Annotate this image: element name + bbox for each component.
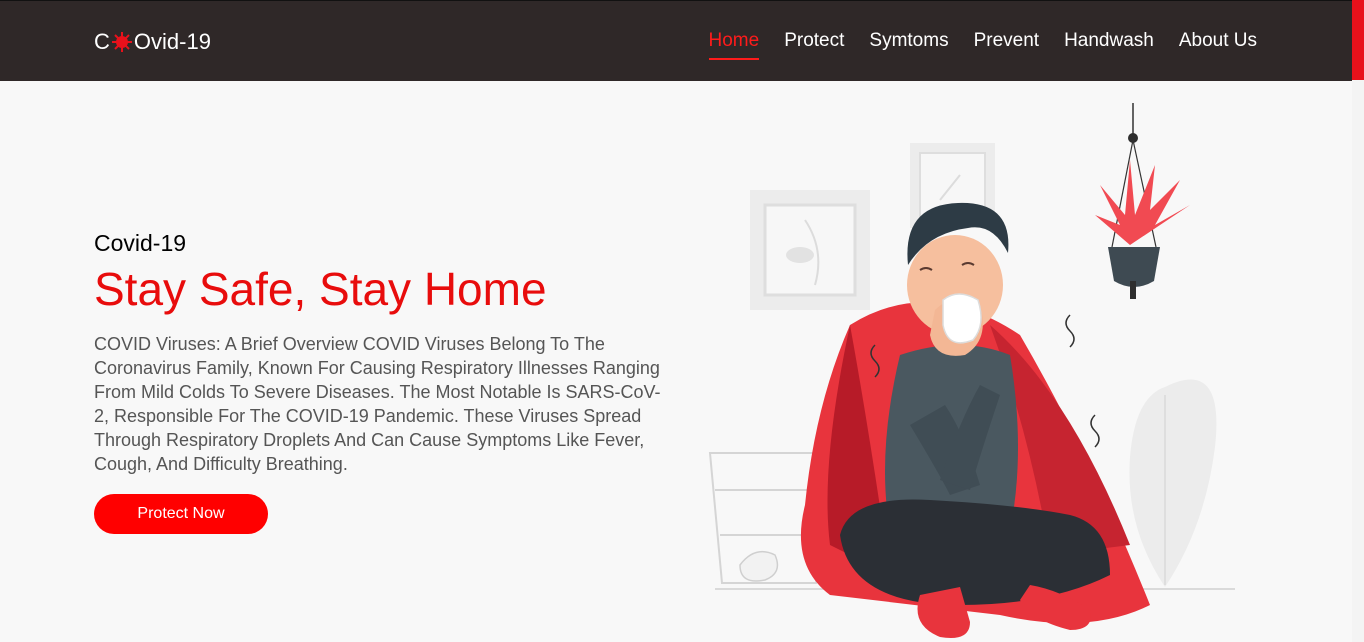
virus-icon xyxy=(111,32,132,52)
nav-link-home[interactable]: Home xyxy=(708,30,759,60)
main-nav: Home Protect Symtoms Prevent Handwash Ab… xyxy=(708,30,1257,60)
nav-link-symptoms[interactable]: Symtoms xyxy=(869,30,948,60)
protect-now-button[interactable]: Protect Now xyxy=(94,494,268,534)
scrollbar-thumb[interactable] xyxy=(1352,0,1364,80)
hero-title: Stay Safe, Stay Home xyxy=(94,263,547,315)
sick-person-illustration xyxy=(708,103,1235,638)
nav-link-about-us[interactable]: About Us xyxy=(1179,30,1257,60)
nav-link-protect[interactable]: Protect xyxy=(784,30,844,60)
site-logo[interactable]: C Ovid-19 xyxy=(94,28,211,56)
hero-description: COVID Viruses: A Brief Overview COVID Vi… xyxy=(94,334,661,474)
navbar: C Ovid-19 Home Protect Symtoms Prevent H… xyxy=(0,0,1352,81)
hero-subtitle: Covid-19 xyxy=(94,230,187,256)
logo-prefix: C xyxy=(94,29,110,54)
nav-link-handwash[interactable]: Handwash xyxy=(1064,30,1154,60)
nav-link-prevent[interactable]: Prevent xyxy=(974,30,1039,60)
logo-suffix: Ovid-19 xyxy=(133,29,211,54)
scrollbar-track[interactable] xyxy=(1352,80,1364,642)
